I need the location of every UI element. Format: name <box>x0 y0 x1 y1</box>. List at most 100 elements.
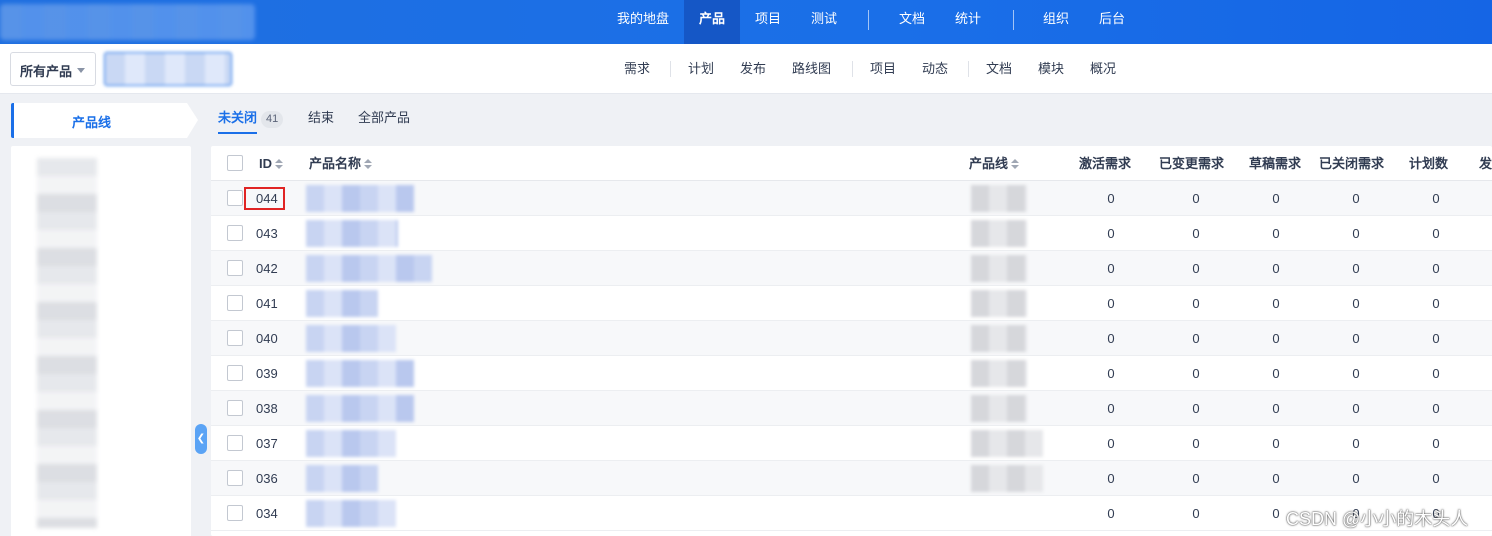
nav-admin[interactable]: 后台 <box>1088 0 1136 44</box>
product-line-redacted <box>971 465 1043 492</box>
row-checkbox[interactable] <box>227 330 243 346</box>
closed-stories: 0 <box>1352 296 1360 311</box>
company-logo <box>0 4 255 40</box>
draft-stories: 0 <box>1272 436 1280 451</box>
subnav-dynamics[interactable]: 动态 <box>922 44 948 94</box>
product-name-redacted[interactable] <box>306 290 378 317</box>
nav-divider <box>1013 10 1014 30</box>
table-row[interactable]: 040 0 0 0 0 0 <box>211 321 1492 356</box>
select-all-checkbox[interactable] <box>227 155 243 171</box>
plans: 0 <box>1432 471 1440 486</box>
column-header-product-line[interactable]: 产品线 <box>969 146 1020 181</box>
product-name-redacted[interactable] <box>306 325 396 352</box>
row-checkbox[interactable] <box>227 365 243 381</box>
active-stories: 0 <box>1107 506 1115 521</box>
row-id[interactable]: 042 <box>256 251 278 286</box>
plans: 0 <box>1432 226 1440 241</box>
changed-stories: 0 <box>1192 331 1200 346</box>
tab-all-products[interactable]: 全部产品 <box>358 104 410 134</box>
subnav-overview[interactable]: 概况 <box>1090 44 1116 94</box>
row-id[interactable]: 034 <box>256 496 278 531</box>
draft-stories: 0 <box>1272 331 1280 346</box>
nav-test[interactable]: 测试 <box>800 0 848 44</box>
nav-product[interactable]: 产品 <box>684 0 740 44</box>
row-checkbox[interactable] <box>227 470 243 486</box>
changed-stories: 0 <box>1192 191 1200 206</box>
table-row[interactable]: 043 0 0 0 0 0 <box>211 216 1492 251</box>
row-checkbox[interactable] <box>227 190 243 206</box>
row-id[interactable]: 044 <box>256 181 278 216</box>
product-line-redacted <box>971 430 1043 457</box>
subnav-stories[interactable]: 需求 <box>624 44 650 94</box>
current-product-name[interactable] <box>104 52 232 86</box>
table-row[interactable]: 041 0 0 0 0 0 <box>211 286 1492 321</box>
row-id[interactable]: 036 <box>256 461 278 496</box>
active-stories: 0 <box>1107 436 1115 451</box>
row-checkbox[interactable] <box>227 435 243 451</box>
subnav-modules[interactable]: 模块 <box>1038 44 1064 94</box>
changed-stories: 0 <box>1192 296 1200 311</box>
row-checkbox[interactable] <box>227 505 243 521</box>
product-select-dropdown[interactable]: 所有产品 <box>10 52 96 86</box>
column-header-releases: 发 <box>1479 156 1492 171</box>
table-row[interactable]: 039 0 0 0 0 0 <box>211 356 1492 391</box>
top-navbar: 我的地盘 产品 项目 测试 文档 统计 组织 后台 <box>0 0 1492 44</box>
changed-stories: 0 <box>1192 226 1200 241</box>
product-name-redacted[interactable] <box>306 360 414 387</box>
column-header-name[interactable]: 产品名称 <box>309 146 373 181</box>
row-checkbox[interactable] <box>227 400 243 416</box>
collapse-sidebar-button[interactable]: ❮ <box>195 424 207 454</box>
product-line-redacted <box>971 325 1027 352</box>
product-name-redacted[interactable] <box>306 255 432 282</box>
subnav-docs[interactable]: 文档 <box>986 44 1012 94</box>
product-line-redacted <box>971 185 1027 212</box>
nav-stats[interactable]: 统计 <box>944 0 992 44</box>
closed-stories: 0 <box>1352 471 1360 486</box>
row-id[interactable]: 038 <box>256 391 278 426</box>
subnav-releases[interactable]: 发布 <box>740 44 766 94</box>
subnav-divider <box>968 61 969 77</box>
product-name-redacted[interactable] <box>306 465 378 492</box>
subnav-projects[interactable]: 项目 <box>870 44 896 94</box>
nav-project[interactable]: 项目 <box>744 0 792 44</box>
nav-doc[interactable]: 文档 <box>888 0 936 44</box>
column-header-id[interactable]: ID <box>259 146 283 181</box>
subnav-roadmap[interactable]: 路线图 <box>792 44 831 94</box>
table-row[interactable]: 044 0 0 0 0 0 <box>211 181 1492 216</box>
product-name-redacted[interactable] <box>306 430 396 457</box>
sidebar-tab-label: 产品线 <box>72 115 112 130</box>
nav-org[interactable]: 组织 <box>1032 0 1080 44</box>
row-id[interactable]: 040 <box>256 321 278 356</box>
product-name-redacted[interactable] <box>306 185 414 212</box>
sort-icon <box>1011 159 1020 169</box>
subnav-plans[interactable]: 计划 <box>688 44 714 94</box>
subnav-divider <box>852 61 853 77</box>
row-id[interactable]: 043 <box>256 216 278 251</box>
row-checkbox[interactable] <box>227 225 243 241</box>
tab-unclosed[interactable]: 未关闭 <box>218 104 258 134</box>
table-row[interactable]: 042 0 0 0 0 0 <box>211 251 1492 286</box>
column-header-closed-stories: 已关闭需求 <box>1319 156 1385 171</box>
row-checkbox[interactable] <box>227 295 243 311</box>
draft-stories: 0 <box>1272 471 1280 486</box>
nav-my-dashboard[interactable]: 我的地盘 <box>606 0 680 44</box>
nav-divider <box>868 10 869 30</box>
tab-closed[interactable]: 结束 <box>308 104 334 134</box>
product-name-redacted[interactable] <box>306 500 396 527</box>
draft-stories: 0 <box>1272 296 1280 311</box>
closed-stories: 0 <box>1352 401 1360 416</box>
closed-stories: 0 <box>1352 261 1360 276</box>
row-id[interactable]: 037 <box>256 426 278 461</box>
product-name-redacted[interactable] <box>306 395 414 422</box>
product-select-label: 所有产品 <box>20 64 73 79</box>
sidebar-tab-product-line[interactable]: 产品线 <box>11 103 198 138</box>
table-row[interactable]: 036 0 0 0 0 0 <box>211 461 1492 496</box>
row-id[interactable]: 039 <box>256 356 278 391</box>
row-checkbox[interactable] <box>227 260 243 276</box>
row-id[interactable]: 041 <box>256 286 278 321</box>
chevron-left-icon: ❮ <box>196 433 206 444</box>
product-name-redacted[interactable] <box>306 220 398 247</box>
table-row[interactable]: 038 0 0 0 0 0 <box>211 391 1492 426</box>
table-row[interactable]: 037 0 0 0 0 0 <box>211 426 1492 461</box>
changed-stories: 0 <box>1192 436 1200 451</box>
